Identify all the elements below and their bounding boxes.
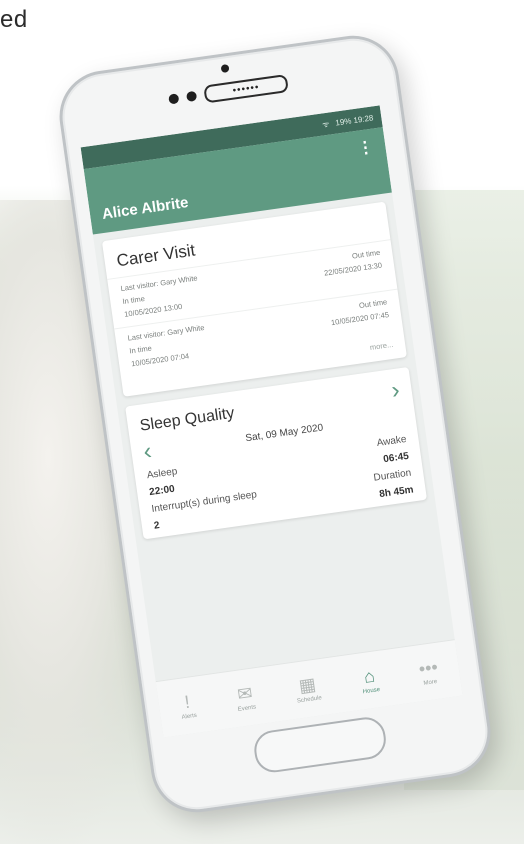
tab-label: House: [362, 686, 381, 695]
tab-house[interactable]: ⌂ House: [359, 665, 381, 695]
duration-value: 8h 45m: [378, 484, 415, 501]
awake-value: 06:45: [382, 450, 410, 466]
earpiece-area: ••••••: [168, 74, 289, 109]
alert-icon: !: [183, 691, 191, 712]
home-icon: ⌂: [362, 665, 377, 687]
bottom-tab-bar: ! Alerts ✉ Events ▦ Schedule ⌂ House •••: [155, 639, 463, 738]
tab-events[interactable]: ✉ Events: [234, 682, 257, 713]
wifi-icon: ᯤ: [321, 119, 331, 129]
chevron-left-icon[interactable]: ‹: [142, 438, 154, 466]
awake-label: Awake: [376, 433, 408, 449]
carer-visit-card: Carer Visit Last visitor: Gary White Out…: [101, 201, 407, 397]
tab-schedule[interactable]: ▦ Schedule: [294, 673, 323, 705]
sensor-dot: [185, 90, 198, 103]
phone-mockup: •••••• ᯤ 19% 19:28 Alice Albrite ⋮ Carer…: [0, 0, 524, 844]
more-icon: •••: [417, 656, 439, 679]
earpiece-speaker: ••••••: [203, 74, 289, 104]
front-camera: [220, 63, 230, 74]
tab-label: Events: [237, 703, 257, 713]
duration-label: Duration: [372, 467, 412, 484]
overflow-menu-icon[interactable]: ⋮: [356, 137, 375, 159]
calendar-icon: ▦: [297, 673, 318, 696]
tab-label: Schedule: [296, 694, 323, 705]
tab-more[interactable]: ••• More: [417, 656, 440, 687]
home-button[interactable]: [251, 714, 389, 775]
page-title: Alice Albrite: [100, 193, 190, 223]
mail-icon: ✉: [235, 682, 254, 705]
tab-label: More: [423, 678, 438, 687]
sleep-quality-card: Sleep Quality › ‹ Sat, 09 May 2020 Aslee…: [125, 366, 427, 540]
chevron-right-icon[interactable]: ›: [390, 376, 402, 404]
tab-alerts[interactable]: ! Alerts: [178, 691, 197, 720]
sensor-dot: [168, 93, 180, 105]
app-screen: ᯤ 19% 19:28 Alice Albrite ⋮ Carer Visit …: [80, 105, 463, 738]
tab-label: Alerts: [181, 712, 198, 721]
status-text: 19% 19:28: [334, 112, 374, 128]
phone-body: •••••• ᯤ 19% 19:28 Alice Albrite ⋮ Carer…: [53, 29, 497, 819]
